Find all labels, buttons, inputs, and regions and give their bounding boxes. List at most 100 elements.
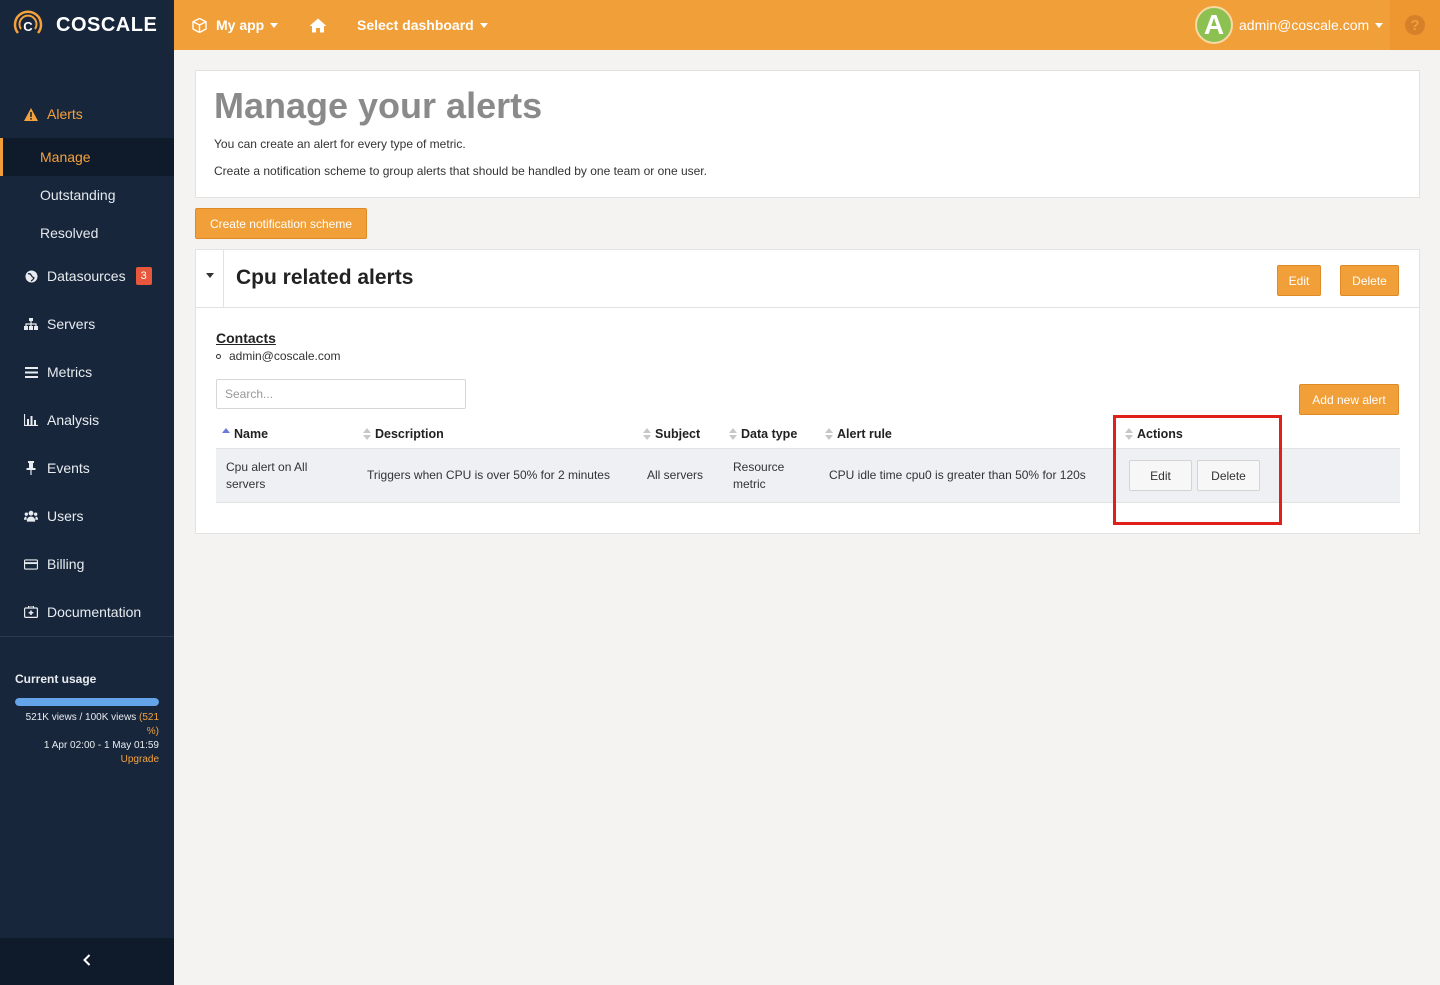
contact-email: admin@coscale.com [229, 349, 341, 363]
cell-data-type: Resource metric [733, 459, 785, 491]
intro-text-1: You can create an alert for every type o… [214, 137, 466, 151]
brand-name: COSCALE [56, 13, 158, 36]
sidebar-item-users[interactable]: Users [0, 492, 174, 540]
home-button[interactable] [309, 0, 327, 50]
contact-item: admin@coscale.com [216, 349, 341, 363]
sidebar-item-servers[interactable]: Servers [0, 300, 174, 348]
sidebar-item-label: Billing [47, 556, 85, 572]
column-header-subject[interactable]: Subject [643, 427, 700, 441]
sidebar-item-alerts[interactable]: Alerts [0, 90, 174, 138]
page-header-card: Manage your alerts You can create an ale… [195, 70, 1420, 198]
sort-icon [363, 428, 371, 440]
user-menu[interactable]: A admin@coscale.com [1195, 0, 1384, 50]
sort-icon [825, 428, 833, 440]
edit-alert-button[interactable]: Edit [1129, 460, 1192, 491]
dashboard-selector[interactable]: Select dashboard [357, 0, 488, 50]
coscale-logo-icon: C [10, 7, 46, 43]
usage-views: 521K views / 100K views (521 %) [15, 711, 159, 739]
pin-icon [24, 461, 38, 475]
sidebar-item-metrics[interactable]: Metrics [0, 348, 174, 396]
column-label: Actions [1137, 427, 1183, 441]
cell-alert-rule: CPU idle time cpu0 is greater than 50% f… [829, 468, 1086, 482]
sidebar-item-datasources[interactable]: Datasources 3 [0, 252, 174, 300]
help-icon: ? [1405, 15, 1425, 35]
chevron-down-icon [270, 22, 279, 28]
logo[interactable]: C COSCALE [0, 0, 174, 50]
column-label: Subject [655, 427, 701, 441]
delete-scheme-button[interactable]: Delete [1340, 265, 1399, 296]
svg-text:C: C [23, 19, 33, 34]
sort-icon [643, 428, 651, 440]
sort-icon [729, 428, 737, 440]
sidebar-item-events[interactable]: Events [0, 444, 174, 492]
page-title: Manage your alerts [214, 85, 543, 126]
edit-scheme-button[interactable]: Edit [1277, 265, 1321, 296]
add-new-alert-button[interactable]: Add new alert [1299, 384, 1399, 415]
usage-percent: (521 %) [138, 712, 159, 737]
warning-icon [24, 107, 38, 121]
alerts-table: Name Description Subject Data type Alert… [216, 422, 1400, 503]
sidebar-item-resolved[interactable]: Resolved [0, 214, 174, 252]
globe-icon [24, 269, 38, 283]
bar-chart-icon [24, 413, 38, 427]
credit-card-icon [24, 557, 38, 571]
delete-alert-button[interactable]: Delete [1197, 460, 1260, 491]
dashboard-selector-label: Select dashboard [357, 17, 474, 33]
usage-progress-fill [15, 698, 159, 706]
upgrade-link[interactable]: Upgrade [15, 753, 159, 767]
users-icon [24, 509, 38, 523]
scheme-header: Cpu related alerts Edit Delete [196, 250, 1419, 308]
column-header-alert-rule[interactable]: Alert rule [825, 427, 892, 441]
usage-title: Current usage [15, 672, 97, 686]
scheme-title: Cpu related alerts [236, 266, 414, 289]
sidebar-item-billing[interactable]: Billing [0, 540, 174, 588]
create-notification-scheme-button[interactable]: Create notification scheme [195, 208, 367, 239]
sidebar: C COSCALE Alerts Manage Outstanding Reso… [0, 0, 174, 985]
topbar: My app Select dashboard A admin@coscale.… [174, 0, 1440, 50]
column-label: Alert rule [837, 427, 892, 441]
column-header-actions[interactable]: Actions [1125, 427, 1183, 441]
sidebar-item-label: Events [47, 460, 90, 476]
caret-down-icon [205, 272, 214, 278]
column-header-name[interactable]: Name [222, 427, 268, 441]
sidebar-item-label: Metrics [47, 364, 93, 380]
sidebar-item-label: Documentation [47, 604, 142, 620]
sidebar-item-manage[interactable]: Manage [0, 138, 174, 176]
contacts-heading: Contacts [216, 330, 276, 346]
column-label: Description [375, 427, 444, 441]
datasources-count-badge: 3 [135, 267, 152, 285]
sort-asc-icon [222, 428, 230, 440]
bullet-icon [216, 353, 221, 359]
chevron-left-icon [83, 953, 91, 971]
sidebar-item-label: Resolved [40, 225, 99, 241]
table-header: Name Description Subject Data type Alert… [216, 422, 1400, 448]
sidebar-divider [0, 636, 174, 637]
sidebar-item-analysis[interactable]: Analysis [0, 396, 174, 444]
list-icon [24, 365, 38, 379]
home-icon [309, 18, 327, 33]
cell-subject: All servers [647, 468, 704, 482]
cell-actions: Edit Delete [1129, 449, 1269, 502]
app-selector[interactable]: My app [192, 0, 279, 50]
notification-scheme-card: Cpu related alerts Edit Delete Contacts … [195, 249, 1420, 534]
medkit-icon [24, 605, 38, 619]
help-button[interactable]: ? [1390, 0, 1440, 50]
sidebar-item-label: Users [47, 508, 84, 524]
sidebar-item-documentation[interactable]: Documentation [0, 588, 174, 636]
current-usage-panel: Current usage 521K views / 100K views (5… [15, 672, 159, 767]
sidebar-item-label: Servers [47, 316, 96, 332]
scheme-collapse-toggle[interactable] [196, 250, 224, 307]
column-header-description[interactable]: Description [363, 427, 444, 441]
usage-progress-bar [15, 698, 159, 706]
column-label: Name [234, 427, 269, 441]
chevron-down-icon [1375, 22, 1384, 28]
collapse-sidebar-button[interactable] [0, 938, 174, 985]
user-email: admin@coscale.com [1239, 17, 1370, 33]
column-header-data-type[interactable]: Data type [729, 427, 797, 441]
sidebar-item-label: Alerts [47, 106, 83, 122]
sort-icon [1125, 428, 1133, 440]
sidebar-item-outstanding[interactable]: Outstanding [0, 176, 174, 214]
sidebar-item-label: Manage [40, 149, 91, 165]
cell-name: Cpu alert on All servers [226, 459, 308, 491]
search-input[interactable] [216, 379, 466, 409]
